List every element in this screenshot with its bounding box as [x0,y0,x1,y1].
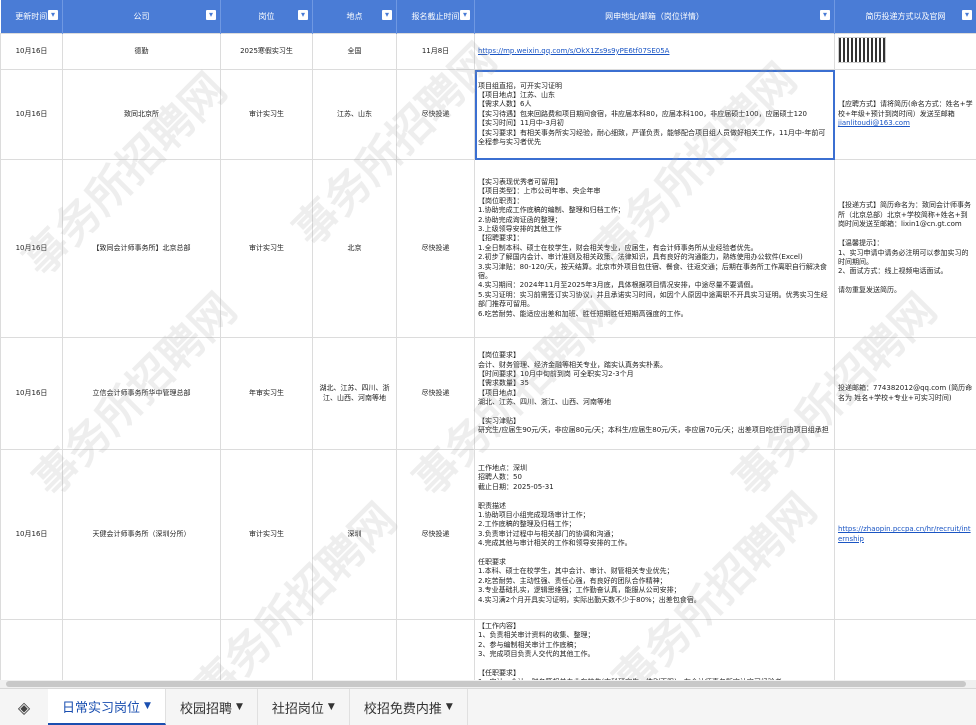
table-row[interactable]: 10月16日 天健会计师事务所（深圳分所） 审计实习生 深圳 尽快投递 工作地点… [1,450,976,620]
cell-deadline[interactable]: 尽快投递 [397,338,475,450]
cell-detail[interactable]: 【工作内容】 1、负责相关审计资料的收集、整理； 2、参与编制相关审计工作底稿；… [475,620,835,689]
column-header[interactable]: 报名截止时间▾ [397,0,475,34]
chevron-down-icon[interactable]: ▼ [144,701,151,711]
cell-deadline[interactable]: 11月8日 [397,34,475,70]
qr-code-image [838,37,886,63]
table-row[interactable]: 【工作内容】 1、负责相关审计资料的收集、整理； 2、参与编制相关审计工作底稿；… [1,620,976,689]
job-table: 更新时间▾ 公司▾ 岗位▾ 地点▾ 报名截止时间▾ 网申地址/邮箱（岗位详情）▾… [0,0,976,688]
cell-deadline[interactable]: 尽快投递 [397,70,475,160]
cell-position[interactable]: 审计实习生 [221,160,313,338]
header-row: 更新时间▾ 公司▾ 岗位▾ 地点▾ 报名截止时间▾ 网申地址/邮箱（岗位详情）▾… [1,0,976,34]
horizontal-scrollbar[interactable] [0,680,976,688]
cell-location[interactable]: 北京 [313,160,397,338]
cell-contact[interactable]: 投递邮箱：774382012@qq.com (简历命名为 姓名+学校+专业+可实… [835,338,976,450]
column-header[interactable]: 地点▾ [313,0,397,34]
apply-link[interactable]: https://mp.weixin.qq.com/s/OkX1Zs9s9yPE6… [478,47,669,55]
cell-contact[interactable] [835,34,976,70]
contact-text: 【应聘方式】请将简历(命名方式：姓名+学校+年级+预计到岗时间）发送至邮箱 [838,100,973,117]
cell-date[interactable]: 10月16日 [1,160,63,338]
spreadsheet-grid: 更新时间▾ 公司▾ 岗位▾ 地点▾ 报名截止时间▾ 网申地址/邮箱（岗位详情）▾… [0,0,976,688]
cell-contact[interactable]: https://zhaopin.pccpa.cn/hr/recruit/inte… [835,450,976,620]
cell-company[interactable]: 【致同会计师事务所】北京总部 [63,160,221,338]
filter-icon[interactable]: ▾ [48,10,58,20]
filter-icon[interactable]: ▾ [820,10,830,20]
cell-location[interactable]: 全国 [313,34,397,70]
filter-icon[interactable]: ▾ [962,10,972,20]
tab-daily-internship[interactable]: 日常实习岗位▼ [48,689,166,725]
column-header[interactable]: 岗位▾ [221,0,313,34]
cell-date[interactable]: 10月16日 [1,338,63,450]
cell-location[interactable]: 深圳 [313,450,397,620]
cell-location[interactable]: 江苏、山东 [313,70,397,160]
filter-icon[interactable]: ▾ [460,10,470,20]
cell-deadline[interactable]: 尽快投递 [397,450,475,620]
chevron-down-icon[interactable]: ▼ [328,702,335,712]
cell-company[interactable]: 致同北京所 [63,70,221,160]
cell-company[interactable]: 立信会计师事务所华中管理总部 [63,338,221,450]
column-header[interactable]: 网申地址/邮箱（岗位详情）▾ [475,0,835,34]
email-link[interactable]: jianlitoudi@163.com [838,119,910,127]
tab-referral[interactable]: 校招免费内推▼ [350,689,468,725]
cell-date[interactable]: 10月16日 [1,34,63,70]
chevron-down-icon[interactable]: ▼ [236,702,243,712]
cell-contact[interactable]: 【投递方式】简历命名为：致同会计师事务所（北京总部）北京+学校简称+姓名+到岗时… [835,160,976,338]
cell-detail[interactable]: 【实习表现优秀者可留用】 【项目类型】：上市公司年审、央企年审 【岗位职责】： … [475,160,835,338]
chevron-down-icon[interactable]: ▼ [446,702,453,712]
cell-position[interactable]: 年审实习生 [221,338,313,450]
filter-icon[interactable]: ▾ [206,10,216,20]
table-row[interactable]: 10月16日 德勤 2025寒假实习生 全国 11月8日 https://mp.… [1,34,976,70]
cell-position[interactable]: 2025寒假实习生 [221,34,313,70]
cell-position[interactable]: 审计实习生 [221,450,313,620]
cell-date[interactable] [1,620,63,689]
cell-company[interactable]: 天健会计师事务所（深圳分所） [63,450,221,620]
filter-icon[interactable]: ▾ [382,10,392,20]
scrollbar-thumb[interactable] [6,681,966,687]
tab-social-recruitment[interactable]: 社招岗位▼ [258,689,350,725]
cell-contact[interactable]: 【应聘方式】请将简历(命名方式：姓名+学校+年级+预计到岗时间）发送至邮箱 ji… [835,70,976,160]
cell-date[interactable]: 10月16日 [1,70,63,160]
cell-detail[interactable]: 工作地点：深圳 招聘人数：50 截止日期：2025-05-31 职责描述 1.协… [475,450,835,620]
cell-deadline[interactable]: 尽快投递 [397,160,475,338]
column-header[interactable]: 更新时间▾ [1,0,63,34]
cell-deadline[interactable] [397,620,475,689]
tab-campus-recruitment[interactable]: 校园招聘▼ [166,689,258,725]
cell-position[interactable] [221,620,313,689]
cell-position[interactable]: 审计实习生 [221,70,313,160]
table-row[interactable]: 10月16日 【致同会计师事务所】北京总部 审计实习生 北京 尽快投递 【实习表… [1,160,976,338]
cell-company[interactable] [63,620,221,689]
layers-icon[interactable]: ◈ [0,689,48,725]
cell-detail[interactable]: 【岗位要求】 会计、财务管理、经济金融等相关专业，踏实认真务实朴素。 【时间要求… [475,338,835,450]
cell-contact[interactable] [835,620,976,689]
column-header[interactable]: 公司▾ [63,0,221,34]
cell-detail[interactable]: https://mp.weixin.qq.com/s/OkX1Zs9s9yPE6… [475,34,835,70]
cell-location[interactable] [313,620,397,689]
column-header[interactable]: 简历投递方式以及官网▾ [835,0,976,34]
cell-location[interactable]: 湖北、江苏、四川、浙江、山西、河南等地 [313,338,397,450]
table-row[interactable]: 10月16日 致同北京所 审计实习生 江苏、山东 尽快投递 项目组直招，可开实习… [1,70,976,160]
sheet-tab-bar: ◈ 日常实习岗位▼ 校园招聘▼ 社招岗位▼ 校招免费内推▼ [0,688,976,725]
cell-date[interactable]: 10月16日 [1,450,63,620]
cell-detail[interactable]: 项目组直招，可开实习证明 【项目地点】江苏、山东 【需求人数】6人 【实习待遇】… [475,70,835,160]
cell-company[interactable]: 德勤 [63,34,221,70]
table-row[interactable]: 10月16日 立信会计师事务所华中管理总部 年审实习生 湖北、江苏、四川、浙江、… [1,338,976,450]
apply-link[interactable]: https://zhaopin.pccpa.cn/hr/recruit/inte… [838,525,971,542]
filter-icon[interactable]: ▾ [298,10,308,20]
